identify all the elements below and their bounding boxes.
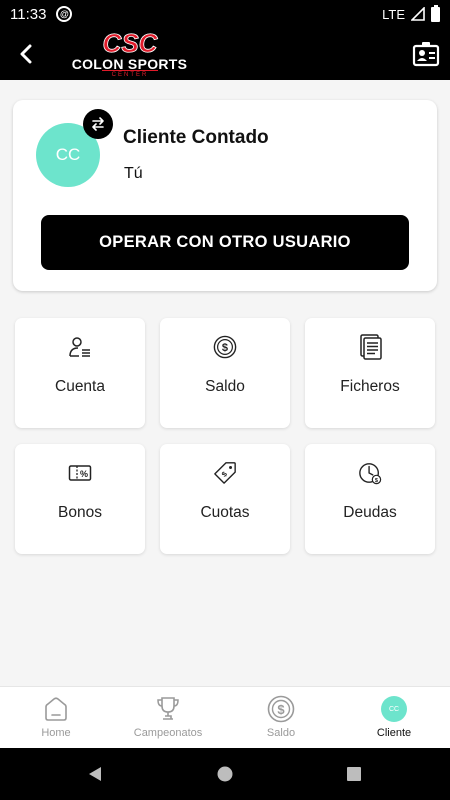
user-list-icon bbox=[68, 334, 92, 360]
triangle-back-icon bbox=[89, 767, 101, 781]
svg-text:$: $ bbox=[220, 469, 229, 478]
tile-label: Ficheros bbox=[340, 378, 400, 395]
system-home-button[interactable] bbox=[213, 762, 237, 786]
tile-bonos[interactable]: % Bonos bbox=[15, 444, 145, 554]
id-card-button[interactable] bbox=[412, 40, 440, 68]
tile-label: Bonos bbox=[58, 504, 102, 521]
price-tag-icon: $ bbox=[213, 460, 237, 486]
app-bar: CSC COLON SPORTS CENTER bbox=[0, 28, 450, 80]
switch-user-button[interactable] bbox=[83, 109, 113, 139]
dollar-coin-icon: $ bbox=[213, 334, 237, 360]
signal-icon bbox=[411, 7, 425, 21]
clock-debt-icon: $ bbox=[358, 460, 382, 486]
back-arrow-icon bbox=[20, 44, 32, 64]
system-recents-button[interactable] bbox=[342, 762, 366, 786]
nav-item-saldo[interactable]: $ Saldo bbox=[225, 687, 337, 749]
svg-text:$: $ bbox=[375, 478, 378, 484]
circle-home-icon bbox=[217, 766, 233, 782]
status-time: 11:33 bbox=[10, 5, 47, 23]
documents-icon bbox=[358, 334, 382, 360]
brand-subtitle: CENTER bbox=[102, 70, 158, 79]
svg-text:CSC: CSC bbox=[103, 30, 159, 56]
user-card: CC Cliente Contado Tú OPERAR CON OTRO US… bbox=[13, 100, 437, 291]
nav-item-home[interactable]: Home bbox=[0, 687, 112, 749]
back-button[interactable] bbox=[0, 28, 54, 80]
tile-label: Cuotas bbox=[200, 504, 250, 521]
operate-other-user-button[interactable]: OPERAR CON OTRO USUARIO bbox=[41, 215, 409, 270]
mini-avatar: CC bbox=[381, 696, 407, 722]
trophy-icon bbox=[154, 695, 182, 723]
tile-deudas[interactable]: $ Deudas bbox=[305, 444, 435, 554]
tile-cuotas[interactable]: $ Cuotas bbox=[160, 444, 290, 554]
notification-icon: @ bbox=[56, 6, 73, 22]
nav-label: Campeonatos bbox=[133, 727, 203, 739]
status-right: LTE bbox=[382, 4, 440, 22]
system-nav-bar bbox=[0, 748, 450, 800]
tile-label: Deudas bbox=[343, 504, 397, 521]
nav-item-campeonatos[interactable]: Campeonatos bbox=[112, 687, 224, 749]
system-back-button[interactable] bbox=[83, 762, 107, 786]
nav-label: Saldo bbox=[266, 727, 296, 739]
swap-arrows-icon bbox=[92, 117, 104, 131]
tile-label: Saldo bbox=[205, 378, 245, 395]
user-subtitle: Tú bbox=[124, 165, 143, 182]
svg-text:%: % bbox=[80, 469, 88, 479]
home-icon bbox=[42, 695, 70, 723]
bottom-nav: Home Campeonatos $ Saldo CC Cliente bbox=[0, 686, 450, 748]
brand-logo: CSC COLON SPORTS CENTER bbox=[57, 28, 202, 80]
network-type: LTE bbox=[382, 6, 405, 22]
svg-text:$: $ bbox=[277, 702, 285, 717]
nav-item-cliente[interactable]: CC Cliente bbox=[338, 687, 450, 749]
nav-label: Home bbox=[41, 727, 71, 739]
brand-mark-logo: CSC bbox=[102, 30, 159, 56]
tile-saldo[interactable]: $ Saldo bbox=[160, 318, 290, 428]
battery-icon bbox=[431, 4, 440, 22]
square-recents-icon bbox=[347, 767, 361, 781]
nav-label: Cliente bbox=[376, 727, 412, 739]
tile-cuenta[interactable]: Cuenta bbox=[15, 318, 145, 428]
svg-text:$: $ bbox=[222, 342, 228, 354]
id-card-icon bbox=[412, 42, 440, 67]
discount-ticket-icon: % bbox=[68, 460, 92, 486]
client-avatar-icon: CC bbox=[380, 695, 408, 723]
dollar-coin-icon: $ bbox=[267, 695, 295, 723]
tile-label: Cuenta bbox=[55, 378, 105, 395]
tile-ficheros[interactable]: Ficheros bbox=[305, 318, 435, 428]
user-name: Cliente Contado bbox=[123, 127, 269, 148]
status-bar: 11:33 @ LTE bbox=[0, 0, 450, 28]
